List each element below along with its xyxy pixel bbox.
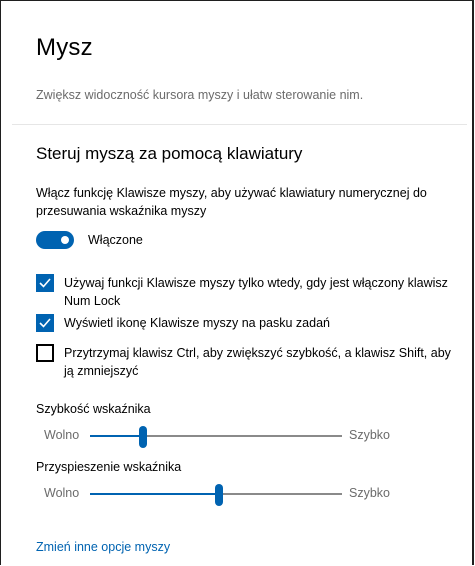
ctrl-shift-checkbox-label: Przytrzymaj klawisz Ctrl, aby zwiększyć … bbox=[64, 346, 451, 378]
slider-min-label: Wolno bbox=[44, 428, 80, 442]
ctrl-shift-checkbox[interactable] bbox=[36, 344, 54, 362]
checkbox-row-ctrl-shift[interactable]: Przytrzymaj klawisz Ctrl, aby zwiększyć … bbox=[36, 344, 464, 380]
toggle-knob bbox=[61, 236, 69, 244]
num-lock-checkbox[interactable] bbox=[36, 274, 54, 292]
pointer-acceleration-label: Przyspieszenie wskaźnika bbox=[36, 460, 182, 474]
slider-track[interactable] bbox=[90, 426, 342, 448]
num-lock-checkbox-label: Używaj funkcji Klawisze myszy tylko wted… bbox=[64, 276, 448, 308]
taskbar-icon-checkbox-label: Wyświetl ikonę Klawisze myszy na pasku z… bbox=[64, 316, 330, 330]
slider-fill bbox=[90, 493, 219, 495]
checkbox-row-num-lock[interactable]: Używaj funkcji Klawisze myszy tylko wted… bbox=[36, 274, 464, 310]
checkbox-row-taskbar-icon[interactable]: Wyświetl ikonę Klawisze myszy na pasku z… bbox=[36, 314, 464, 332]
slider-thumb[interactable] bbox=[214, 484, 223, 506]
slider-track[interactable] bbox=[90, 484, 342, 506]
slider-min-label: Wolno bbox=[44, 486, 80, 500]
checkmark-icon bbox=[39, 278, 51, 288]
mouse-keys-toggle-row: Włączone bbox=[36, 230, 143, 250]
pointer-speed-slider[interactable]: Wolno Szybko bbox=[44, 426, 464, 448]
mouse-keys-toggle[interactable] bbox=[36, 231, 74, 249]
page-subtitle: Zwiększ widoczność kursora myszy i ułatw… bbox=[36, 88, 364, 102]
taskbar-icon-checkbox[interactable] bbox=[36, 314, 54, 332]
page-title: Mysz bbox=[36, 34, 93, 61]
section-heading: Steruj myszą za pomocą klawiatury bbox=[36, 144, 303, 163]
pointer-acceleration-slider[interactable]: Wolno Szybko bbox=[44, 484, 464, 506]
other-mouse-options-link[interactable]: Zmień inne opcje myszy bbox=[36, 540, 170, 554]
slider-fill bbox=[90, 435, 143, 437]
toggle-state-label: Włączone bbox=[88, 233, 143, 247]
pointer-speed-label: Szybkość wskaźnika bbox=[36, 402, 151, 416]
checkmark-icon bbox=[39, 318, 51, 328]
mouse-keys-description: Włącz funkcję Klawisze myszy, aby używać… bbox=[36, 186, 427, 218]
slider-max-label: Szybko bbox=[349, 486, 390, 500]
slider-thumb[interactable] bbox=[138, 426, 147, 448]
divider bbox=[12, 124, 467, 125]
slider-max-label: Szybko bbox=[349, 428, 390, 442]
